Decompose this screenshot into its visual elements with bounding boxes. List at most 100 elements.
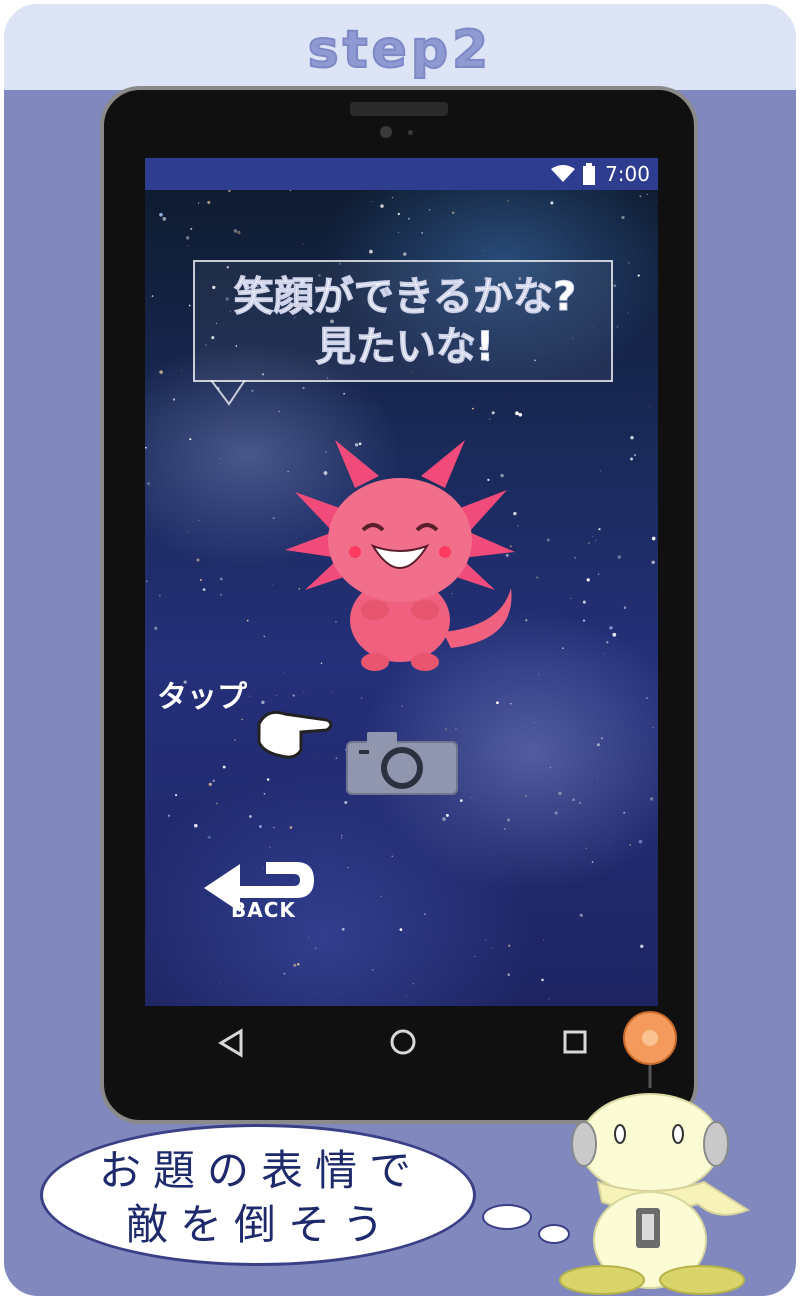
star	[151, 295, 154, 297]
star	[340, 837, 343, 839]
star	[582, 619, 586, 622]
star	[271, 583, 273, 585]
star	[597, 778, 599, 780]
star	[597, 573, 600, 575]
star	[592, 536, 593, 537]
star	[302, 386, 305, 390]
star	[347, 866, 349, 869]
star	[651, 536, 656, 541]
star	[627, 312, 629, 314]
enemy-speech-line-2: 見たいな!	[315, 324, 495, 371]
pointing-hand-icon	[257, 710, 333, 759]
star	[241, 718, 243, 721]
star	[289, 826, 293, 829]
star	[175, 794, 178, 797]
star	[330, 691, 332, 693]
star	[234, 739, 236, 741]
star	[189, 438, 192, 441]
star	[515, 411, 519, 416]
star	[220, 458, 221, 459]
star	[474, 955, 476, 957]
axolotl-enemy-character	[285, 440, 515, 671]
front-camera	[380, 126, 392, 138]
star	[208, 782, 212, 787]
star	[489, 418, 491, 420]
back-label: BACK	[231, 898, 296, 922]
star	[188, 304, 191, 307]
star	[616, 326, 618, 328]
star	[603, 653, 605, 655]
back-triangle-icon[interactable]	[217, 1028, 245, 1058]
star	[596, 743, 600, 747]
status-time: 7:00	[605, 162, 650, 186]
star	[508, 944, 511, 947]
star	[541, 978, 544, 982]
star	[421, 231, 424, 234]
star	[651, 560, 655, 564]
star	[297, 963, 300, 966]
star	[335, 757, 338, 760]
star	[562, 647, 564, 649]
star	[199, 579, 202, 582]
star	[302, 243, 304, 245]
star	[399, 928, 403, 931]
star	[424, 913, 426, 915]
star	[341, 834, 343, 836]
star	[405, 995, 407, 997]
star	[198, 202, 200, 204]
star	[586, 578, 590, 582]
star	[167, 814, 170, 817]
star	[159, 212, 163, 217]
camera-icon[interactable]	[345, 730, 459, 796]
star	[428, 208, 431, 211]
star	[507, 818, 510, 822]
speech-bubble-tail	[210, 380, 246, 406]
home-circle-icon[interactable]	[389, 1028, 417, 1056]
star	[147, 482, 150, 485]
star	[445, 813, 449, 817]
star	[154, 626, 158, 630]
star	[158, 594, 161, 597]
star	[380, 204, 384, 208]
star	[276, 694, 278, 697]
thought-dot-large	[482, 1204, 532, 1230]
star	[369, 249, 373, 254]
star	[412, 982, 415, 985]
star	[638, 839, 643, 844]
star	[194, 823, 198, 828]
star	[652, 727, 654, 729]
star	[533, 722, 535, 724]
star	[246, 619, 249, 622]
star	[491, 947, 493, 950]
star	[228, 190, 231, 192]
star	[220, 594, 222, 596]
star	[371, 201, 373, 202]
star	[292, 694, 295, 697]
star	[640, 944, 644, 948]
star	[185, 236, 190, 240]
star	[212, 779, 216, 782]
star	[507, 973, 510, 976]
star	[278, 410, 280, 413]
star	[237, 230, 241, 235]
star	[485, 939, 487, 941]
star	[341, 927, 345, 931]
star	[570, 597, 572, 600]
star	[263, 635, 266, 638]
star	[283, 972, 286, 975]
star	[542, 939, 544, 941]
star	[173, 398, 176, 401]
star	[180, 370, 183, 372]
star	[617, 555, 621, 559]
star	[391, 855, 393, 857]
star	[219, 577, 223, 581]
guide-robot-mascot	[559, 1011, 751, 1295]
star	[190, 227, 193, 230]
star	[646, 193, 648, 195]
star	[630, 457, 633, 461]
star	[609, 842, 611, 844]
star	[623, 606, 627, 610]
star	[606, 641, 609, 644]
star	[621, 215, 625, 220]
star	[145, 580, 148, 583]
